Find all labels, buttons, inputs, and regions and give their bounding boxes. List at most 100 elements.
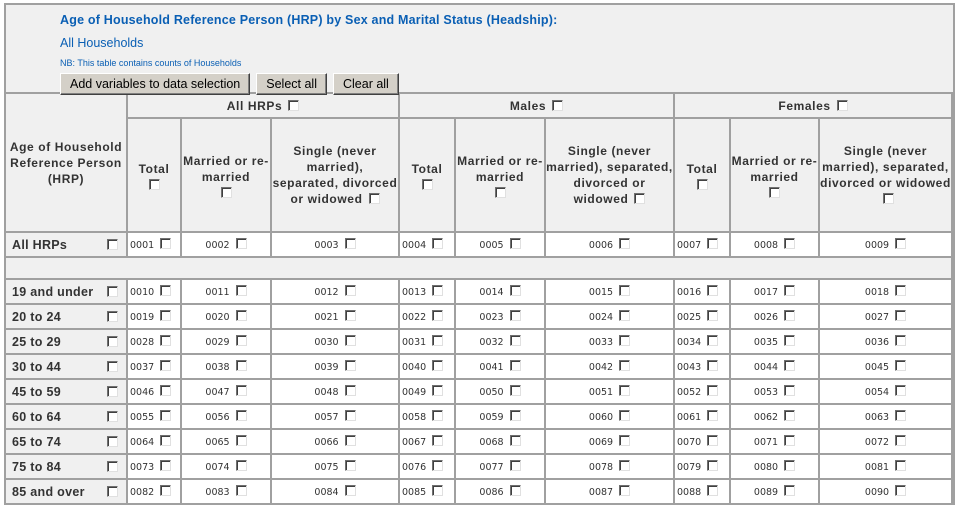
row-checkbox-age-4[interactable] [107,385,118,397]
variable-checkbox[interactable] [344,238,356,249]
row-checkbox-age-6[interactable] [107,435,118,447]
variable-checkbox[interactable] [509,285,521,296]
variable-checkbox[interactable] [235,385,247,396]
variable-checkbox[interactable] [619,385,631,396]
variable-checkbox[interactable] [619,335,631,346]
variable-checkbox[interactable] [432,238,444,249]
variable-checkbox[interactable] [707,485,719,496]
variable-checkbox[interactable] [784,360,796,371]
variable-checkbox[interactable] [509,410,521,421]
variable-checkbox[interactable] [509,335,521,346]
variable-checkbox[interactable] [707,238,719,249]
variable-checkbox[interactable] [707,310,719,321]
column-checkbox-all-hrps-married[interactable] [220,186,232,198]
variable-checkbox[interactable] [160,435,172,446]
variable-checkbox[interactable] [895,460,907,471]
variable-checkbox[interactable] [707,285,719,296]
variable-checkbox[interactable] [509,385,521,396]
variable-checkbox[interactable] [235,360,247,371]
row-checkbox-age-3[interactable] [107,360,118,372]
variable-checkbox[interactable] [619,238,631,249]
variable-checkbox[interactable] [160,410,172,421]
variable-checkbox[interactable] [432,335,444,346]
variable-checkbox[interactable] [509,238,521,249]
variable-checkbox[interactable] [344,310,356,321]
variable-checkbox[interactable] [895,360,907,371]
variable-checkbox[interactable] [895,238,907,249]
variable-checkbox[interactable] [784,435,796,446]
variable-checkbox[interactable] [160,485,172,496]
variable-checkbox[interactable] [619,310,631,321]
row-checkbox-age-7[interactable] [107,460,118,472]
row-checkbox-age-8[interactable] [107,485,118,497]
row-checkbox-age-1[interactable] [107,310,118,322]
column-checkbox-all-hrps-total[interactable] [148,178,160,190]
variable-checkbox[interactable] [895,310,907,321]
variable-checkbox[interactable] [235,485,247,496]
variable-checkbox[interactable] [432,285,444,296]
variable-checkbox[interactable] [432,385,444,396]
variable-checkbox[interactable] [432,360,444,371]
variable-checkbox[interactable] [619,460,631,471]
column-checkbox-males-total[interactable] [421,178,433,190]
variable-checkbox[interactable] [707,360,719,371]
column-checkbox-males-single[interactable] [634,193,646,204]
variable-checkbox[interactable] [344,435,356,446]
variable-checkbox[interactable] [344,285,356,296]
variable-checkbox[interactable] [784,485,796,496]
select-all-button[interactable]: Select all [256,73,327,95]
variable-checkbox[interactable] [895,410,907,421]
group-checkbox-all-hrps[interactable] [288,99,300,111]
variable-checkbox[interactable] [895,435,907,446]
variable-checkbox[interactable] [619,435,631,446]
variable-checkbox[interactable] [235,335,247,346]
variable-checkbox[interactable] [784,385,796,396]
variable-checkbox[interactable] [895,335,907,346]
variable-checkbox[interactable] [509,310,521,321]
variable-checkbox[interactable] [784,285,796,296]
variable-checkbox[interactable] [509,460,521,471]
row-checkbox-age-5[interactable] [107,410,118,422]
variable-checkbox[interactable] [432,485,444,496]
variable-checkbox[interactable] [432,310,444,321]
variable-checkbox[interactable] [784,310,796,321]
variable-checkbox[interactable] [160,460,172,471]
variable-checkbox[interactable] [784,238,796,249]
variable-checkbox[interactable] [619,360,631,371]
variable-checkbox[interactable] [160,285,172,296]
variable-checkbox[interactable] [344,485,356,496]
column-checkbox-males-married[interactable] [494,186,506,198]
group-checkbox-females[interactable] [836,99,848,111]
variable-checkbox[interactable] [432,460,444,471]
variable-checkbox[interactable] [160,310,172,321]
variable-checkbox[interactable] [619,285,631,296]
variable-checkbox[interactable] [160,360,172,371]
column-checkbox-all-hrps-single[interactable] [368,193,380,204]
variable-checkbox[interactable] [619,485,631,496]
variable-checkbox[interactable] [509,435,521,446]
row-checkbox-all-hrps[interactable] [107,238,118,250]
column-checkbox-females-total[interactable] [696,178,708,190]
variable-checkbox[interactable] [235,285,247,296]
column-checkbox-females-single[interactable] [883,193,895,204]
group-checkbox-males[interactable] [552,99,564,111]
variable-checkbox[interactable] [707,435,719,446]
variable-checkbox[interactable] [235,310,247,321]
variable-checkbox[interactable] [707,460,719,471]
variable-checkbox[interactable] [235,435,247,446]
variable-checkbox[interactable] [707,385,719,396]
variable-checkbox[interactable] [707,410,719,421]
variable-checkbox[interactable] [344,360,356,371]
variable-checkbox[interactable] [895,285,907,296]
variable-checkbox[interactable] [509,485,521,496]
variable-checkbox[interactable] [235,238,247,249]
row-checkbox-age-2[interactable] [107,335,118,347]
variable-checkbox[interactable] [784,460,796,471]
variable-checkbox[interactable] [160,385,172,396]
variable-checkbox[interactable] [344,410,356,421]
variable-checkbox[interactable] [895,485,907,496]
variable-checkbox[interactable] [235,460,247,471]
variable-checkbox[interactable] [619,410,631,421]
column-checkbox-females-married[interactable] [769,186,780,198]
variable-checkbox[interactable] [784,335,796,346]
